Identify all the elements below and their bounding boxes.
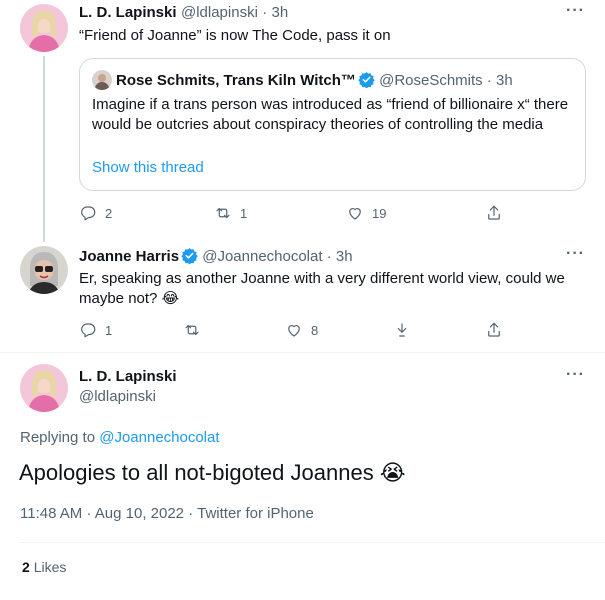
likes-label: Likes	[33, 559, 67, 575]
share-button[interactable]	[485, 204, 503, 222]
reply-icon	[81, 206, 96, 221]
tweet1-text: “Friend of Joanne” is now The Code, pass…	[79, 27, 391, 44]
retweet-icon	[185, 324, 199, 336]
crying-emoji: 😭	[379, 460, 406, 485]
avatar-ldlapinski[interactable]	[20, 364, 68, 412]
more-icon[interactable]: ···	[566, 366, 585, 384]
thread-line	[43, 56, 45, 242]
author-handle[interactable]: @ldlapinski	[181, 4, 258, 21]
like-count: 19	[372, 205, 387, 221]
share-icon	[488, 205, 500, 220]
quoted-time: · 3h	[486, 72, 513, 89]
replying-to: Replying to @Joannechocolat	[20, 429, 220, 446]
avatar-joannechocolat[interactable]	[20, 246, 68, 294]
reply-count: 1	[105, 322, 113, 338]
share-icon	[488, 322, 500, 337]
tweet-time[interactable]: · 3h	[262, 4, 288, 21]
reply-button[interactable]: 1	[79, 321, 112, 339]
author-name[interactable]: L. D. Lapinski	[79, 4, 177, 21]
tweet2-text: Er, speaking as another Joanne with a ve…	[79, 269, 579, 309]
main-tweet-text: Apologies to all not-bigoted Joannes 😭	[19, 459, 406, 487]
tweet-meta: 11:48 AM · Aug 10, 2022 · Twitter for iP…	[20, 505, 314, 522]
more-icon[interactable]: ···	[566, 2, 585, 20]
author-handle[interactable]: @ldlapinski	[79, 388, 156, 405]
main-tweet-text-body: Apologies to all not-bigoted Joannes	[19, 460, 374, 485]
verified-badge-icon	[358, 72, 375, 88]
avatar-ldlapinski[interactable]	[20, 4, 68, 52]
likes-summary[interactable]: 2 Likes	[22, 559, 66, 575]
like-icon	[288, 325, 300, 337]
author-name[interactable]: L. D. Lapinski	[79, 368, 177, 385]
quoted-tweet-card[interactable]: Rose Schmits, Trans Kiln Witch™ @RoseSch…	[79, 58, 586, 191]
download-icon	[397, 323, 407, 337]
quoted-avatar	[92, 70, 112, 90]
divider	[20, 542, 605, 543]
tweet2-text-body: Er, speaking as another Joanne with a ve…	[79, 270, 565, 307]
show-thread-link[interactable]: Show this thread	[92, 159, 204, 176]
divider	[0, 352, 605, 353]
reply-count: 2	[105, 205, 113, 221]
replying-to-handle[interactable]: @Joannechocolat	[99, 429, 219, 446]
retweet-button[interactable]	[183, 321, 201, 339]
quoted-author-name: Rose Schmits, Trans Kiln Witch™	[116, 72, 356, 89]
verified-badge-icon	[181, 248, 198, 264]
quoted-text: Imagine if a trans person was introduced…	[92, 96, 569, 133]
tweet-source[interactable]: Twitter for iPhone	[197, 505, 314, 522]
download-button[interactable]	[393, 321, 411, 339]
more-icon[interactable]: ···	[566, 245, 585, 263]
quoted-header: Rose Schmits, Trans Kiln Witch™ @RoseSch…	[116, 71, 513, 89]
like-icon	[349, 208, 361, 220]
tweet1-header: L. D. Lapinski @ldlapinski · 3h	[79, 4, 288, 22]
tweet2-header: Joanne Harris @Joannechocolat · 3h	[79, 247, 353, 265]
reply-button[interactable]: 2	[79, 204, 112, 222]
tweet-time[interactable]: · 3h	[327, 248, 353, 265]
likes-count: 2	[22, 559, 30, 575]
retweet-button[interactable]: 1	[214, 204, 247, 222]
retweet-count: 1	[240, 205, 248, 221]
tweet-time[interactable]: 11:48 AM	[20, 505, 82, 522]
share-button[interactable]	[485, 321, 503, 339]
retweet-icon	[216, 207, 230, 219]
like-button[interactable]: 8	[285, 321, 318, 339]
reply-icon	[81, 323, 96, 338]
quoted-author-handle: @RoseSchmits	[379, 72, 483, 89]
laughing-emoji: 😂	[161, 290, 180, 307]
like-button[interactable]: 19	[346, 204, 386, 222]
author-handle[interactable]: @Joannechocolat	[202, 248, 322, 265]
tweet-date[interactable]: Aug 10, 2022	[95, 505, 184, 522]
replying-to-prefix: Replying to	[20, 429, 96, 446]
author-name[interactable]: Joanne Harris	[79, 248, 179, 265]
like-count: 8	[311, 322, 319, 338]
